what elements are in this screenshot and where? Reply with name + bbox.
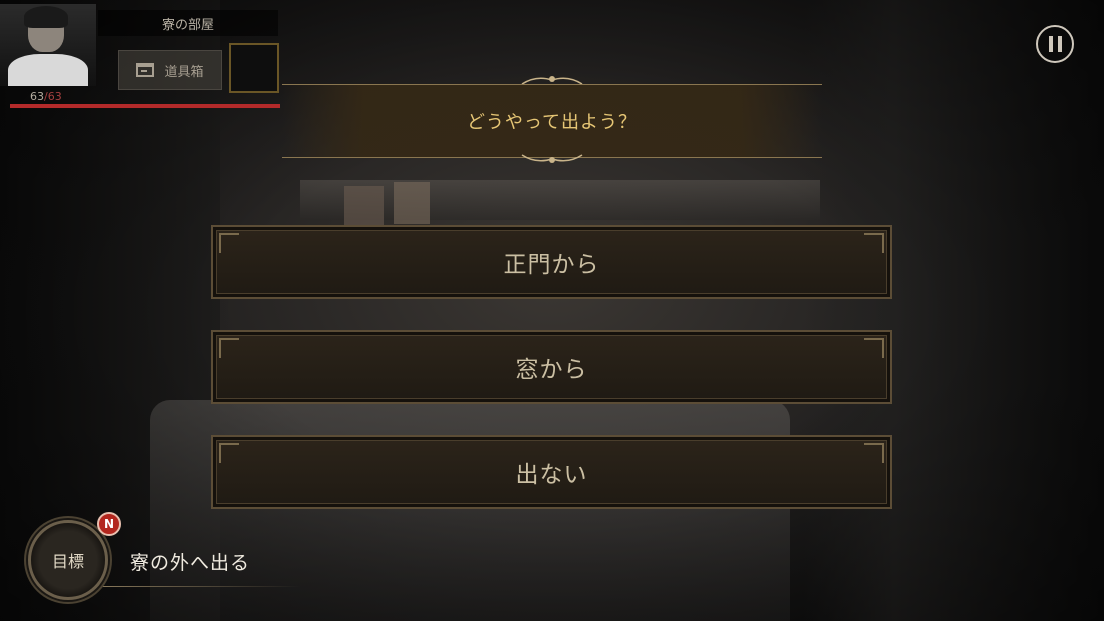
choice-button[interactable]: 出ない [211,435,892,509]
hp-max: 63 [47,90,62,103]
pause-icon [1048,36,1053,52]
objective-button-label: 目標 [51,552,84,571]
objective-button[interactable]: 目標 [28,520,108,600]
character-portrait[interactable] [0,4,96,86]
hp-bar-fill [10,104,280,108]
choice-label: 正門から [503,252,600,278]
toolbox-label: 道具箱 [164,64,204,80]
choice-label: 窓から [515,357,588,383]
objective-divider [100,586,300,587]
equipped-item-slot[interactable] [229,43,279,93]
new-badge: N [97,512,121,536]
hp-readout: 63/63 [30,90,62,103]
portrait-hair [24,6,68,28]
choice-button[interactable]: 窓から [211,330,892,404]
ornament-icon [521,154,583,163]
objective-text: 寮の外へ出る [130,552,251,574]
pause-icon [1057,36,1062,52]
choice-label: 出ない [515,462,588,488]
toolbox-button[interactable]: 道具箱 [118,50,222,90]
location-label: 寮の部屋 [98,10,278,36]
choice-button[interactable]: 正門から [211,225,892,299]
portrait-body [8,54,88,86]
hp-current: 63 [30,90,44,103]
hp-bar [10,104,280,108]
question-banner: どうやって出よう？ [282,84,822,158]
pause-button[interactable] [1036,25,1074,63]
question-text: どうやって出よう？ [466,112,638,133]
toolbox-icon [136,63,155,77]
